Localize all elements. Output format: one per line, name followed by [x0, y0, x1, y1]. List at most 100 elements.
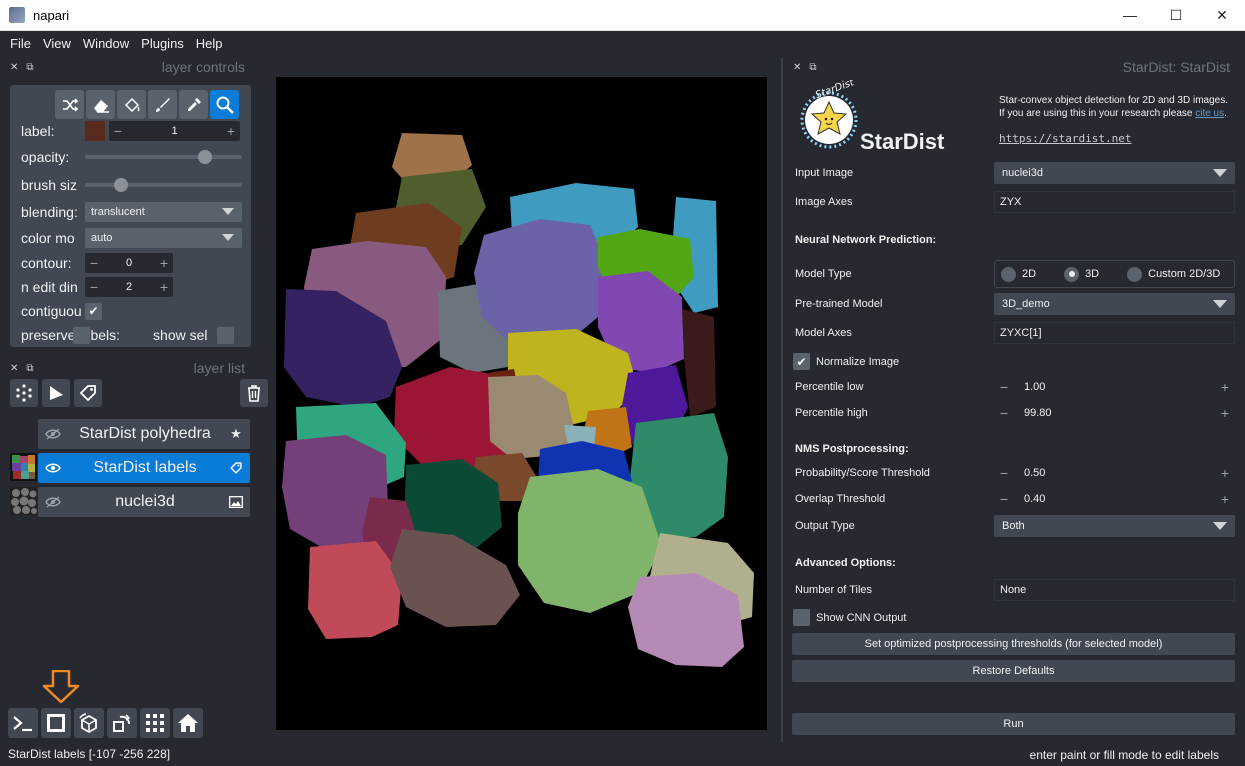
model-type-3d-radio[interactable]: 3D — [1064, 266, 1099, 282]
toggle-ndisplay-button[interactable] — [41, 708, 71, 738]
overlap-decrement-button[interactable]: − — [994, 491, 1014, 507]
new-labels-button[interactable] — [74, 379, 102, 407]
layer-name: StarDist polyhedra — [79, 425, 211, 442]
layer-row-nuclei3d[interactable]: nuclei3d — [38, 487, 250, 517]
normalize-image-checkbox[interactable]: ✔ — [793, 353, 810, 370]
menu-file[interactable]: File — [4, 36, 37, 51]
label-increment-button[interactable]: + — [222, 123, 240, 139]
delete-layer-button[interactable] — [240, 379, 268, 407]
visibility-toggle[interactable] — [38, 496, 68, 508]
run-button[interactable]: Run — [792, 713, 1235, 735]
close-dock-icon[interactable]: ✕ — [10, 62, 18, 73]
blending-select[interactable]: translucent — [85, 202, 242, 222]
magnifier-icon — [216, 96, 234, 114]
restore-defaults-button[interactable]: Restore Defaults — [792, 660, 1235, 682]
paint-button[interactable] — [148, 90, 177, 119]
contour-increment-button[interactable]: + — [155, 255, 173, 271]
output-type-select[interactable]: Both — [994, 515, 1235, 537]
opacity-slider[interactable] — [85, 146, 242, 168]
number-of-tiles-input[interactable]: None — [994, 579, 1235, 601]
minimize-button[interactable]: — — [1107, 0, 1153, 31]
input-image-select[interactable]: nuclei3d — [994, 162, 1235, 184]
n-edit-dim-stepper[interactable]: − 2 + — [85, 277, 173, 297]
percentile-low-spinbox[interactable]: − 1.00 + — [994, 376, 1235, 398]
percentile-high-value: 99.80 — [1024, 407, 1052, 419]
close-dock-icon[interactable]: ✕ — [10, 363, 18, 374]
percentile-low-decrement-button[interactable]: − — [994, 379, 1014, 395]
transpose-button[interactable] — [107, 708, 137, 738]
float-dock-icon[interactable]: ⧉ — [809, 62, 816, 73]
maximize-button[interactable]: ☐ — [1153, 0, 1199, 31]
float-dock-icon[interactable]: ⧉ — [26, 363, 33, 374]
menu-bar: File View Window Plugins Help — [0, 31, 1245, 55]
model-axes-input[interactable]: ZYXC[1] — [994, 322, 1235, 344]
percentile-high-increment-button[interactable]: + — [1215, 405, 1235, 421]
close-button[interactable]: ✕ — [1199, 0, 1245, 31]
number-of-tiles-value: None — [1000, 584, 1027, 596]
contour-decrement-button[interactable]: − — [85, 255, 103, 271]
preserve-labels-label-rest: bels: — [90, 327, 121, 343]
new-shapes-button[interactable] — [42, 379, 70, 407]
label-color-swatch[interactable] — [85, 121, 105, 141]
label-stepper[interactable]: − 1 + — [109, 121, 240, 141]
probability-threshold-row: Probability/Score Threshold − 0.50 + — [795, 461, 1235, 485]
brush-size-label: brush siz — [21, 177, 78, 193]
probability-increment-button[interactable]: + — [1215, 465, 1235, 481]
menu-help[interactable]: Help — [190, 36, 229, 51]
dock-splitter[interactable] — [781, 58, 783, 742]
reset-view-button[interactable] — [173, 708, 203, 738]
layer-row-stardist-polyhedra[interactable]: StarDist polyhedra ★ — [38, 419, 250, 449]
viewer-canvas[interactable] — [276, 77, 767, 730]
pretrained-model-select[interactable]: 3D_demo — [994, 293, 1235, 315]
probability-threshold-spinbox[interactable]: − 0.50 + — [994, 462, 1235, 484]
blending-label: blending: — [21, 204, 78, 220]
opacity-slider-handle[interactable] — [198, 150, 212, 164]
model-type-2d-radio[interactable]: 2D — [1001, 266, 1036, 282]
layer-row-stardist-labels[interactable]: StarDist labels — [38, 453, 250, 483]
shuffle-colors-button[interactable] — [55, 90, 84, 119]
grid-view-button[interactable] — [140, 708, 170, 738]
show-selected-checkbox[interactable] — [217, 326, 235, 344]
grid-icon — [146, 714, 164, 732]
pan-zoom-button[interactable] — [210, 90, 239, 119]
menu-plugins[interactable]: Plugins — [135, 36, 190, 51]
cite-us-link[interactable]: cite us — [1195, 108, 1224, 119]
n-edit-dim-decrement-button[interactable]: − — [85, 279, 103, 295]
console-button[interactable] — [8, 708, 38, 738]
show-cnn-output-row: Show CNN Output — [793, 609, 906, 626]
contiguous-checkbox[interactable]: ✔ — [85, 302, 102, 320]
show-cnn-output-checkbox[interactable] — [793, 609, 810, 626]
overlap-threshold-spinbox[interactable]: − 0.40 + — [994, 488, 1235, 510]
menu-window[interactable]: Window — [77, 36, 135, 51]
menu-view[interactable]: View — [37, 36, 77, 51]
preserve-labels-checkbox[interactable] — [73, 326, 91, 344]
set-optimized-thresholds-button[interactable]: Set optimized postprocessing thresholds … — [792, 633, 1235, 655]
brush-size-slider-handle[interactable] — [114, 178, 128, 192]
probability-decrement-button[interactable]: − — [994, 465, 1014, 481]
roll-dims-button[interactable] — [74, 708, 104, 738]
new-points-button[interactable] — [10, 379, 38, 407]
percentile-high-spinbox[interactable]: − 99.80 + — [994, 402, 1235, 424]
visibility-toggle[interactable] — [38, 462, 68, 474]
close-dock-icon[interactable]: ✕ — [793, 62, 801, 73]
fill-button[interactable] — [117, 90, 146, 119]
pick-button[interactable] — [179, 90, 208, 119]
float-dock-icon[interactable]: ⧉ — [26, 62, 33, 73]
percentile-high-label: Percentile high — [795, 407, 868, 419]
model-type-radio-group: 2D 3D Custom 2D/3D — [994, 260, 1235, 288]
contour-stepper[interactable]: − 0 + — [85, 253, 173, 273]
color-mode-select[interactable]: auto — [85, 228, 242, 248]
brush-size-slider[interactable] — [85, 174, 242, 196]
label-decrement-button[interactable]: − — [109, 123, 127, 139]
percentile-low-increment-button[interactable]: + — [1215, 379, 1235, 395]
erase-button[interactable] — [86, 90, 115, 119]
output-type-label: Output Type — [795, 520, 855, 532]
model-type-custom-radio[interactable]: Custom 2D/3D — [1127, 266, 1220, 282]
layer-name: nuclei3d — [115, 493, 175, 510]
stardist-url-link[interactable]: https://stardist.net — [999, 132, 1131, 145]
image-axes-input[interactable]: ZYX — [994, 191, 1235, 213]
percentile-high-decrement-button[interactable]: − — [994, 405, 1014, 421]
n-edit-dim-increment-button[interactable]: + — [155, 279, 173, 295]
overlap-increment-button[interactable]: + — [1215, 491, 1235, 507]
visibility-toggle[interactable] — [38, 428, 68, 440]
